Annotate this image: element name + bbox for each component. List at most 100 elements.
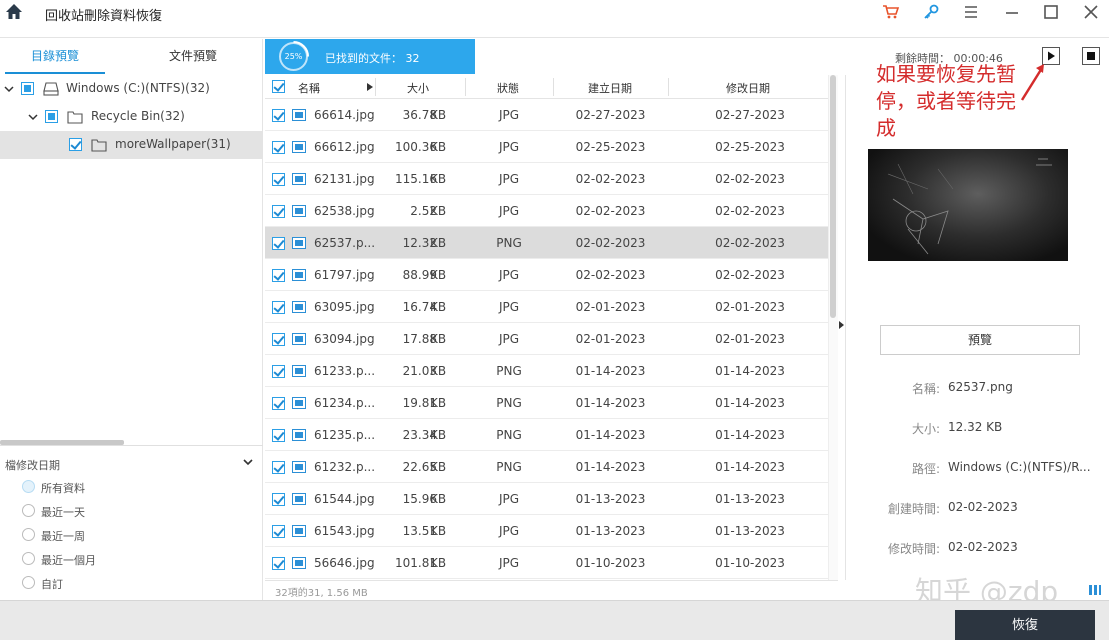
wallpaper-sketch-image xyxy=(887,158,1052,255)
row-checkbox[interactable] xyxy=(272,333,285,346)
row-checkbox[interactable] xyxy=(272,557,285,570)
sort-arrow-icon[interactable] xyxy=(367,83,373,91)
row-checkbox[interactable] xyxy=(272,461,285,474)
minimize-icon[interactable] xyxy=(1003,3,1021,21)
stop-icon xyxy=(1087,52,1095,60)
select-all-checkbox[interactable] xyxy=(272,80,285,93)
cell-modified: 02-01-2023 xyxy=(715,300,785,314)
row-checkbox[interactable] xyxy=(272,493,285,506)
cell-name: 63094.jpg xyxy=(314,332,375,346)
cell-size: 23.34 xyxy=(402,428,437,442)
maximize-icon[interactable] xyxy=(1042,3,1060,21)
table-row[interactable]: 63095.jpg 16.74 KB JPG 02-01-2023 02-01-2023 xyxy=(265,291,828,323)
radio-button[interactable] xyxy=(22,528,35,541)
found-files-count: 32 xyxy=(405,52,420,65)
tree-item-morewallpaper[interactable]: moreWallpaper(31) xyxy=(0,131,263,159)
table-row[interactable]: 61235.p... 23.34 KB PNG 01-14-2023 01-14-2023 xyxy=(265,419,828,451)
image-file-icon xyxy=(292,141,306,153)
tab-file-preview[interactable]: 文件預覽 xyxy=(143,39,243,74)
cell-modified: 02-27-2023 xyxy=(715,108,785,122)
row-checkbox[interactable] xyxy=(272,525,285,538)
column-separator[interactable] xyxy=(668,78,669,96)
image-file-icon xyxy=(292,269,306,281)
cell-name: 66612.jpg xyxy=(314,140,375,154)
cart-icon[interactable] xyxy=(882,3,900,21)
table-row[interactable]: 61232.p... 22.65 KB PNG 01-14-2023 01-14-2023 xyxy=(265,451,828,483)
chevron-down-icon[interactable] xyxy=(243,458,253,466)
cell-modified: 01-14-2023 xyxy=(715,428,785,442)
recover-button[interactable]: 恢復 xyxy=(955,610,1095,640)
column-header-created[interactable]: 建立日期 xyxy=(588,80,632,96)
table-row[interactable]: 62538.jpg 2.52 KB JPG 02-02-2023 02-02-2023 xyxy=(265,195,828,227)
cell-size: 36.78 xyxy=(402,108,437,122)
column-separator[interactable] xyxy=(375,78,376,96)
table-row[interactable]: 61234.p... 19.81 KB PNG 01-14-2023 01-14-2023 xyxy=(265,387,828,419)
chevron-down-icon[interactable] xyxy=(4,84,14,94)
column-header-size[interactable]: 大小 xyxy=(407,80,429,96)
row-checkbox[interactable] xyxy=(272,173,285,186)
close-icon[interactable] xyxy=(1082,3,1100,21)
prop-value-size: 12.32 KB xyxy=(948,420,1003,434)
folder-icon xyxy=(91,139,107,152)
tree-item-drive[interactable]: Windows (C:)(NTFS)(32) xyxy=(0,75,263,103)
table-row[interactable]: 62537.p... 12.32 KB PNG 02-02-2023 02-02-2023 xyxy=(265,227,828,259)
cell-created: 02-01-2023 xyxy=(575,332,646,346)
column-header-status[interactable]: 狀態 xyxy=(497,80,519,96)
menu-icon[interactable] xyxy=(962,3,980,21)
table-row[interactable]: 61797.jpg 88.99 KB JPG 02-02-2023 02-02-2023 xyxy=(265,259,828,291)
row-checkbox[interactable] xyxy=(272,397,285,410)
home-icon[interactable] xyxy=(5,3,23,21)
expand-arrow-icon[interactable] xyxy=(839,321,844,329)
cell-size: 101.81 xyxy=(395,556,437,570)
table-scrollbar-thumb[interactable] xyxy=(830,75,836,318)
stop-button[interactable] xyxy=(1082,47,1100,65)
table-row[interactable]: 63094.jpg 17.88 KB JPG 02-01-2023 02-01-2023 xyxy=(265,323,828,355)
recycle-bin-checkbox[interactable] xyxy=(45,110,58,123)
image-file-icon xyxy=(292,205,306,217)
image-file-icon xyxy=(292,397,306,409)
radio-button[interactable] xyxy=(22,576,35,589)
row-checkbox[interactable] xyxy=(272,301,285,314)
column-header-name[interactable]: 名稱 xyxy=(298,80,320,96)
cell-size: 16.74 xyxy=(402,300,437,314)
row-checkbox[interactable] xyxy=(272,269,285,282)
row-checkbox[interactable] xyxy=(272,109,285,122)
table-row[interactable]: 61544.jpg 15.96 KB JPG 01-13-2023 01-13-2023 xyxy=(265,483,828,515)
key-icon[interactable] xyxy=(922,3,940,21)
tab-directory-preview[interactable]: 目錄預覽 xyxy=(5,39,105,74)
cell-name: 61543.jpg xyxy=(314,524,375,538)
table-row[interactable]: 61543.jpg 13.51 KB JPG 01-13-2023 01-13-2023 xyxy=(265,515,828,547)
preview-button[interactable]: 預覽 xyxy=(880,325,1080,355)
filter-title: 檔修改日期 xyxy=(5,459,60,472)
drive-checkbox[interactable] xyxy=(21,82,34,95)
cell-modified: 02-25-2023 xyxy=(715,140,785,154)
row-checkbox[interactable] xyxy=(272,237,285,250)
filter-option-label: 最近一周 xyxy=(41,530,85,543)
radio-button[interactable] xyxy=(22,480,35,493)
prop-label-created: 創建時間: xyxy=(887,502,940,516)
cell-size-unit: KB xyxy=(430,396,447,410)
cell-status: PNG xyxy=(496,396,522,410)
image-file-icon xyxy=(292,173,306,185)
cell-status: PNG xyxy=(496,364,522,378)
table-row[interactable]: 66614.jpg 36.78 KB JPG 02-27-2023 02-27-2023 xyxy=(265,99,828,131)
radio-button[interactable] xyxy=(22,552,35,565)
row-checkbox[interactable] xyxy=(272,205,285,218)
chevron-down-icon[interactable] xyxy=(28,112,38,122)
row-checkbox[interactable] xyxy=(272,141,285,154)
row-checkbox[interactable] xyxy=(272,429,285,442)
morewallpaper-checkbox[interactable] xyxy=(69,138,82,151)
tree-item-recycle-bin[interactable]: Recycle Bin(32) xyxy=(0,103,263,131)
table-row[interactable]: 66612.jpg 100.36 KB JPG 02-25-2023 02-25-2023 xyxy=(265,131,828,163)
row-checkbox[interactable] xyxy=(272,365,285,378)
list-view-icon[interactable] xyxy=(1088,583,1102,597)
cell-modified: 01-14-2023 xyxy=(715,460,785,474)
table-row[interactable]: 56646.jpg 101.81 KB JPG 01-10-2023 01-10-2023 xyxy=(265,547,828,579)
panel-splitter[interactable] xyxy=(838,75,846,580)
table-row[interactable]: 61233.p... 21.03 KB PNG 01-14-2023 01-14-2023 xyxy=(265,355,828,387)
column-header-modified[interactable]: 修改日期 xyxy=(726,80,770,96)
radio-button[interactable] xyxy=(22,504,35,517)
table-row[interactable]: 62131.jpg 115.16 KB JPG 02-02-2023 02-02-2023 xyxy=(265,163,828,195)
column-separator[interactable] xyxy=(553,78,554,96)
column-separator[interactable] xyxy=(465,78,466,96)
